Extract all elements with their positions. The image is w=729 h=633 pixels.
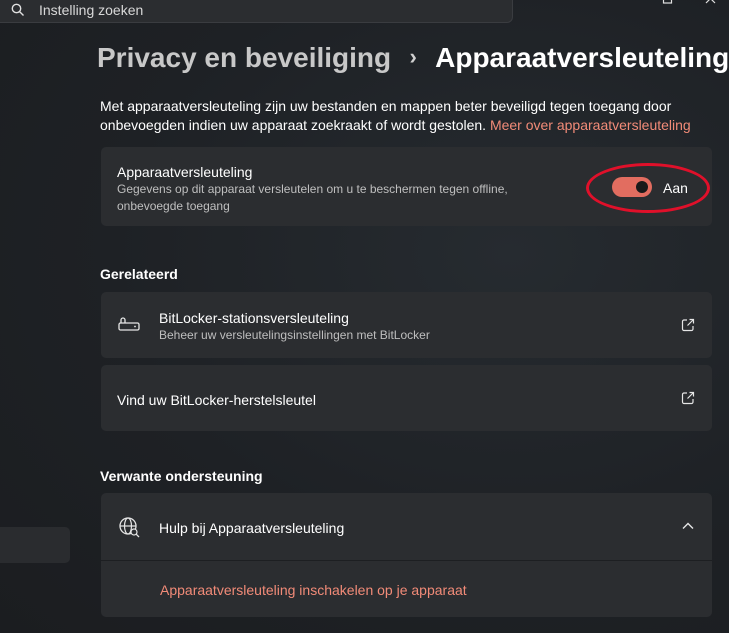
sidebar-item-selected[interactable] (0, 527, 70, 563)
breadcrumb-parent-link[interactable]: Privacy en beveiliging (97, 42, 391, 73)
setting-title: Apparaatversleuteling (117, 164, 253, 180)
close-button[interactable] (705, 0, 719, 10)
learn-more-link[interactable]: Meer over apparaatversleuteling (490, 117, 691, 133)
enable-encryption-link[interactable]: Apparaatversleuteling inschakelen op je … (160, 582, 467, 598)
support-item-title: Hulp bij Apparaatversleuteling (159, 520, 345, 536)
page-description: Met apparaatversleuteling zijn uw bestan… (100, 97, 710, 135)
bitlocker-subtitle: Beheer uw versleutelingsinstellingen met… (159, 328, 430, 342)
support-heading: Verwante ondersteuning (100, 468, 263, 484)
breadcrumb: Privacy en beveiliging › Apparaatversleute… (97, 42, 729, 74)
external-link-icon (681, 318, 695, 332)
setting-description: Gegevens op dit apparaat versleutelen om… (117, 182, 508, 213)
bitlocker-card[interactable]: BitLocker-stationsversleuteling Beheer u… (101, 292, 712, 358)
recovery-key-title: Vind uw BitLocker-herstelsleutel (117, 392, 316, 408)
support-expander-header[interactable]: Hulp bij Apparaatversleuteling (101, 493, 712, 560)
page-title: Apparaatversleuteling (435, 42, 729, 73)
bitlocker-title: BitLocker-stationsversleuteling (159, 310, 349, 326)
external-link-icon (681, 391, 695, 405)
search-box[interactable] (0, 0, 513, 23)
globe-icon (119, 517, 140, 538)
search-icon (11, 3, 24, 16)
chevron-up-icon[interactable] (681, 521, 695, 531)
highlight-circle (586, 163, 710, 213)
drive-lock-icon (118, 317, 140, 331)
recovery-key-card[interactable]: Vind uw BitLocker-herstelsleutel (101, 365, 712, 431)
related-heading: Gerelateerd (100, 266, 178, 282)
maximize-button[interactable] (662, 0, 676, 10)
search-input[interactable] (39, 1, 479, 19)
support-card: Hulp bij Apparaatversleuteling (101, 493, 712, 617)
breadcrumb-separator: › (409, 44, 417, 69)
expander-divider (101, 560, 712, 561)
